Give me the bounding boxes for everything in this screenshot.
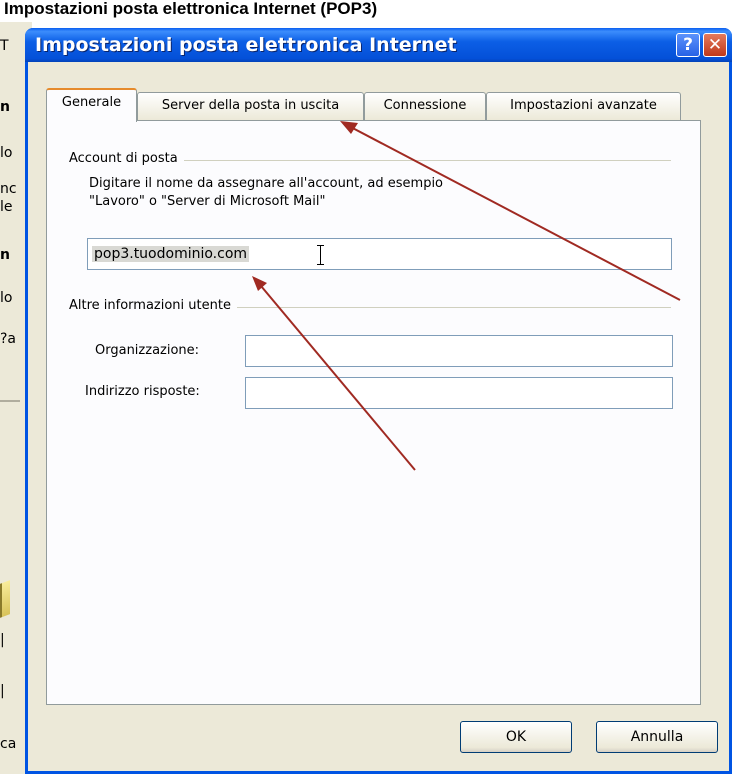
background-fragment: lo	[0, 290, 13, 306]
envelope-icon	[0, 580, 10, 618]
help-icon: ?	[683, 35, 693, 55]
account-description-example: "Lavoro" o "Server di Microsoft Mail"	[89, 194, 326, 209]
tab-panel-generale: Account di posta Digitare il nome da ass…	[46, 120, 701, 705]
user-group-label: Altre informazioni utente	[69, 298, 237, 313]
background-fragment: ?a	[0, 331, 17, 347]
tab-connessione[interactable]: Connessione	[364, 92, 486, 120]
organization-label: Organizzazione:	[95, 343, 200, 358]
background-fragment: T	[0, 38, 9, 54]
reply-address-input[interactable]	[245, 377, 673, 409]
dialog-title: Impostazioni posta elettronica Internet	[35, 34, 457, 56]
background-divider	[0, 400, 20, 402]
background-fragment: lo	[0, 145, 13, 161]
text-cursor-icon	[317, 245, 326, 265]
background-fragment-bar: |	[0, 683, 5, 699]
dialog-titlebar[interactable]: Impostazioni posta elettronica Internet …	[25, 28, 732, 62]
background-fragment: le	[0, 199, 13, 215]
cancel-button[interactable]: Annulla	[596, 721, 718, 753]
ok-button[interactable]: OK	[460, 721, 572, 753]
background-fragment: n	[0, 99, 10, 115]
settings-dialog: Impostazioni posta elettronica Internet …	[25, 28, 732, 774]
background-fragment-bar: |	[0, 632, 5, 648]
background-fragment: n	[0, 247, 10, 263]
tab-server-posta-uscita[interactable]: Server della posta in uscita	[137, 92, 364, 120]
close-icon: ✕	[707, 35, 723, 55]
background-window-title: Impostazioni posta elettronica Internet …	[4, 0, 378, 18]
background-fragment: ca	[0, 736, 17, 752]
close-button[interactable]: ✕	[703, 33, 727, 57]
organization-input[interactable]	[245, 335, 673, 367]
account-description: Digitare il nome da assegnare all'accoun…	[89, 176, 444, 191]
reply-address-label: Indirizzo risposte:	[85, 384, 200, 399]
background-fragment: nc	[0, 181, 17, 197]
help-button[interactable]: ?	[676, 33, 700, 57]
account-name-input[interactable]: pop3.tuodominio.com	[87, 238, 672, 270]
account-name-value: pop3.tuodominio.com	[92, 246, 250, 262]
account-group-label: Account di posta	[69, 151, 184, 166]
tab-impostazioni-avanzate[interactable]: Impostazioni avanzate	[486, 92, 681, 120]
tab-generale[interactable]: Generale	[46, 88, 137, 122]
